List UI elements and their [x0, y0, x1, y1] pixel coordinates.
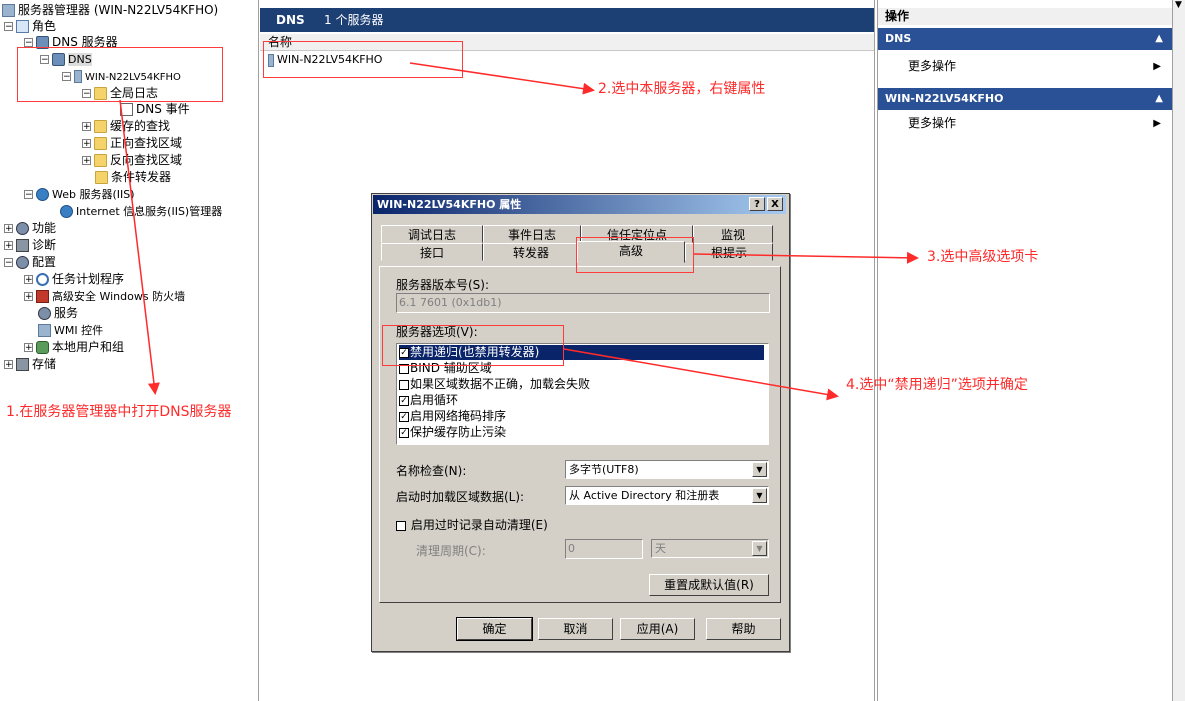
arrow-to-note1 [119, 99, 160, 395]
annotation-note-4: 4.选中“禁用递归”选项并确定 [846, 377, 1028, 393]
arrow-to-note4 [563, 348, 839, 401]
arrow-to-note3 [693, 251, 919, 264]
annotation-note-2: 2.选中本服务器，右键属性 [598, 81, 766, 97]
annotation-note-3: 3.选中高级选项卡 [927, 249, 1039, 265]
arrow-to-note2 [409, 62, 595, 95]
annotation-note-1: 1.在服务器管理器中打开DNS服务器 [6, 404, 232, 420]
annotation-arrows [119, 62, 919, 401]
